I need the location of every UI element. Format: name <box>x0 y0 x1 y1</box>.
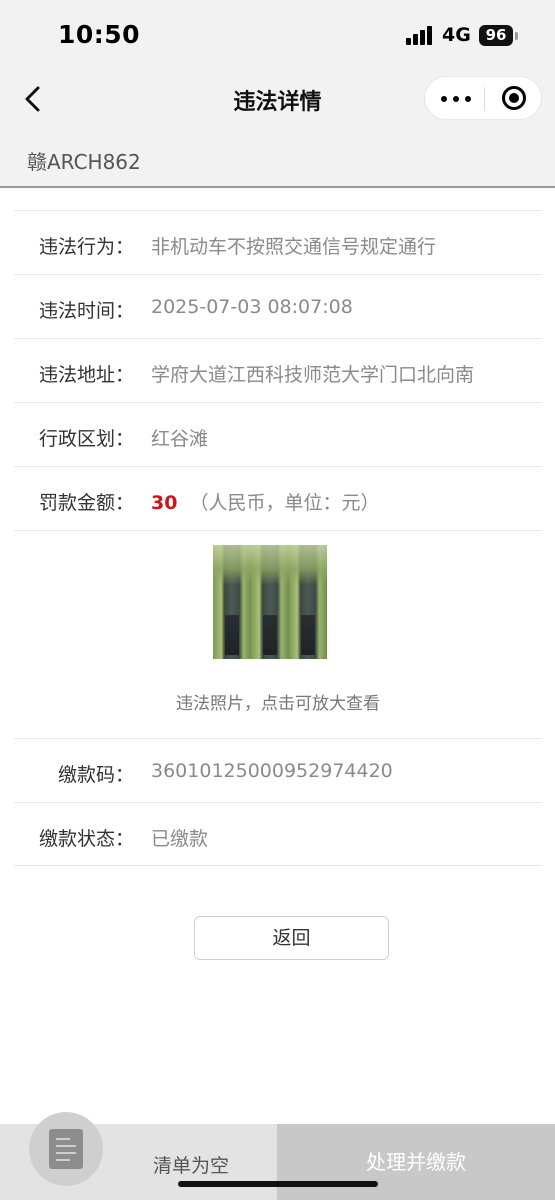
row-payment-status: 缴款状态： 已缴款 <box>14 802 542 866</box>
behavior-label: 违法行为： <box>38 236 134 258</box>
network-type: 4G <box>442 24 471 46</box>
battery-tip <box>515 32 518 40</box>
district-label: 行政区划： <box>38 428 134 450</box>
close-mini-program-icon[interactable] <box>502 86 526 110</box>
more-icon[interactable] <box>441 96 471 102</box>
status-bar: 10:50 4G 96 <box>0 0 555 68</box>
time-value: 2025-07-03 08:07:08 <box>151 296 353 318</box>
payment-status-value: 已缴款 <box>151 828 209 850</box>
payment-code-value: 36010125000952974420 <box>151 760 393 782</box>
row-payment-code: 缴款码： 36010125000952974420 <box>14 738 542 802</box>
row-fine: 罚款金额： 30 （人民币，单位：元） <box>14 466 542 530</box>
nav-bar: 违法详情 <box>0 68 555 130</box>
district-value: 红谷滩 <box>151 428 209 450</box>
home-indicator <box>178 1181 378 1187</box>
photo-frame-3 <box>289 545 327 659</box>
plate-header: 赣ARCH862 <box>0 130 555 188</box>
status-time: 10:50 <box>58 20 141 49</box>
payment-code-label: 缴款码： <box>57 764 134 786</box>
photo-frame-1 <box>213 545 251 659</box>
row-time: 违法时间： 2025-07-03 08:07:08 <box>14 274 542 338</box>
violation-photo[interactable] <box>213 545 327 659</box>
row-address: 违法地址： 学府大道江西科技师范大学门口北向南 <box>14 338 542 402</box>
behavior-value: 非机动车不按照交通信号规定通行 <box>151 236 437 258</box>
fine-label: 罚款金额： <box>38 492 134 514</box>
address-value: 学府大道江西科技师范大学门口北向南 <box>151 364 475 386</box>
photo-frame-2 <box>251 545 289 659</box>
photo-block: 违法照片，点击可放大查看 <box>14 530 542 738</box>
photo-caption: 违法照片，点击可放大查看 <box>176 694 380 714</box>
time-label: 违法时间： <box>38 300 134 322</box>
signal-icon <box>406 26 436 45</box>
cart-button[interactable] <box>29 1112 103 1186</box>
plate-number: 赣ARCH862 <box>27 150 141 174</box>
mini-program-capsule <box>424 76 542 120</box>
process-and-pay-button[interactable]: 处理并缴款 <box>277 1124 555 1200</box>
battery-icon: 96 <box>479 25 513 46</box>
document-icon <box>49 1129 83 1169</box>
capsule-divider <box>484 87 485 111</box>
cart-empty-label: 清单为空 <box>153 1155 230 1177</box>
cart-area: 清单为空 <box>0 1112 277 1200</box>
fine-amount: 30 <box>151 492 178 514</box>
row-behavior: 违法行为： 非机动车不按照交通信号规定通行 <box>14 210 542 274</box>
fine-value: 30 （人民币，单位：元） <box>151 488 379 515</box>
payment-status-label: 缴款状态： <box>38 828 134 850</box>
row-district: 行政区划： 红谷滩 <box>14 402 542 466</box>
bottom-bar: 清单为空 处理并缴款 <box>0 1112 555 1200</box>
address-label: 违法地址： <box>38 364 134 386</box>
fine-unit: （人民币，单位：元） <box>189 492 380 514</box>
back-button[interactable]: 返回 <box>194 916 389 960</box>
